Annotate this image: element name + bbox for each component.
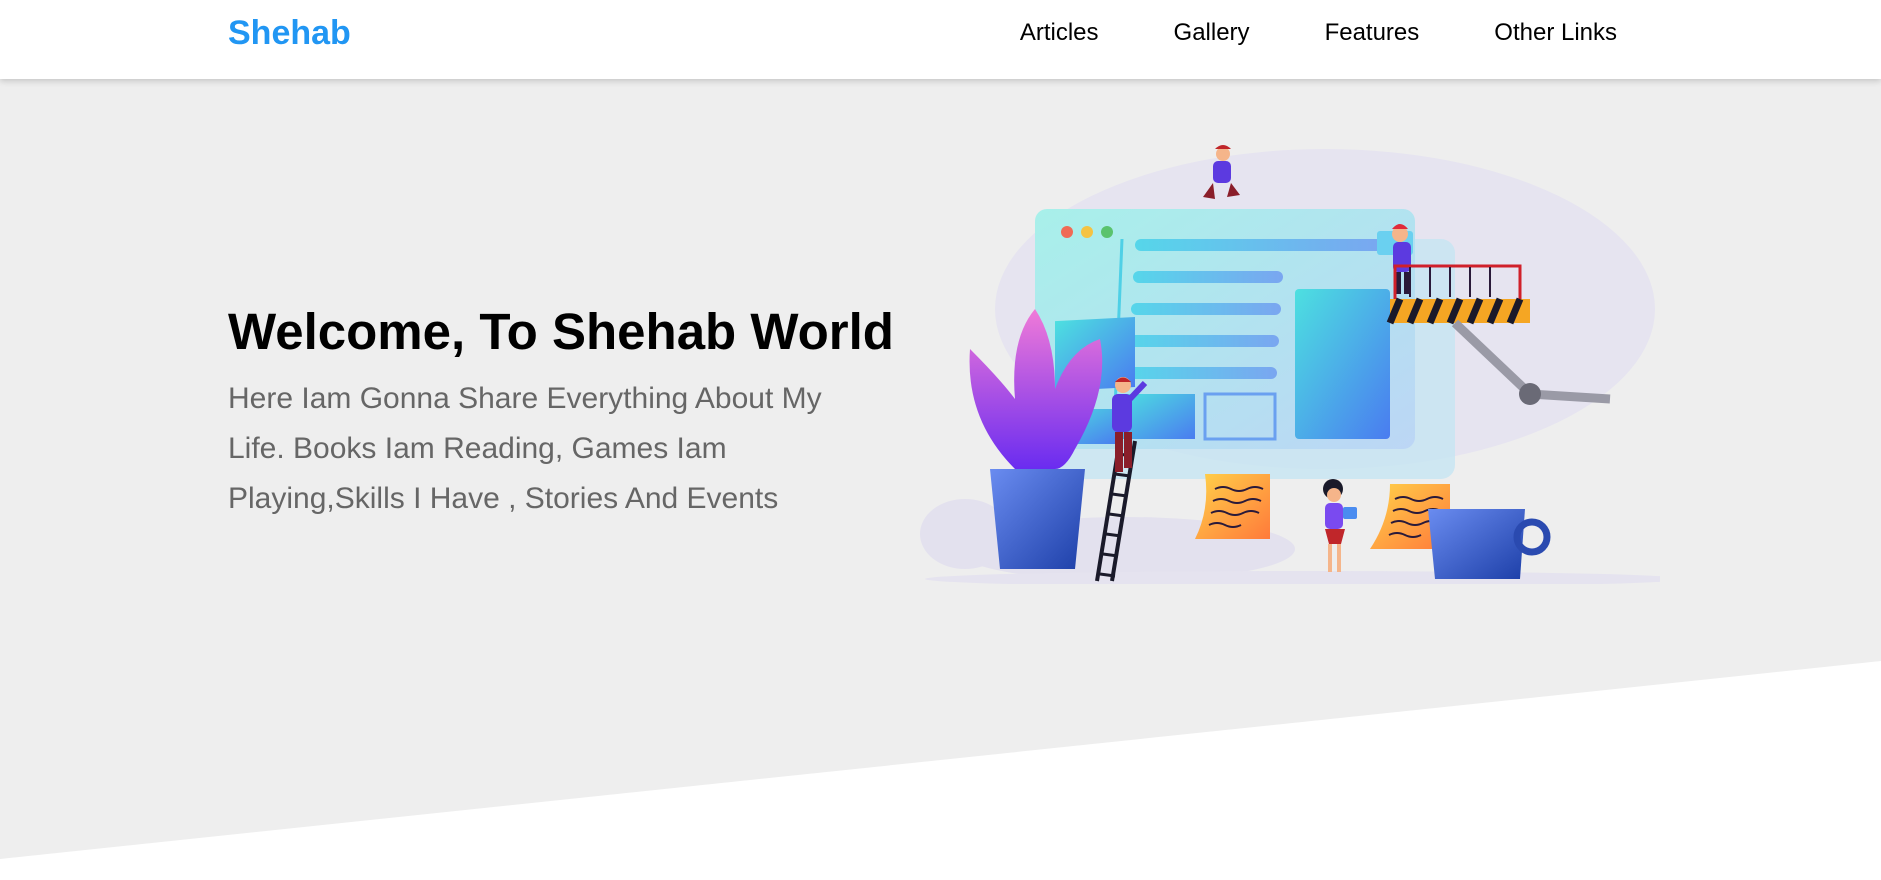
nav-link-gallery[interactable]: Gallery	[1174, 19, 1250, 47]
logo-link[interactable]: Shehab	[228, 14, 351, 53]
content-bar	[1135, 239, 1385, 251]
person-with-tablet	[1323, 479, 1357, 572]
window-dot-yellow	[1081, 226, 1093, 238]
content-bar	[1129, 335, 1279, 347]
hero-description: Here Iam Gonna Share Everything About My…	[228, 382, 822, 516]
site-header: Shehab Articles Gallery Features Other L…	[0, 0, 1881, 79]
nav-link-features[interactable]: Features	[1325, 19, 1420, 47]
content-bar	[1127, 367, 1277, 379]
hero-title: Welcome, To Shehab World	[228, 303, 894, 360]
content-bar	[1133, 271, 1283, 283]
window-dot-green	[1101, 226, 1113, 238]
nav-link-articles[interactable]: Articles	[1020, 19, 1099, 47]
web-design-team-illustration	[920, 145, 1660, 584]
hero-text: Welcome, To Shehab World Here Iam Gonna …	[228, 301, 908, 524]
sticky-note	[1195, 474, 1270, 539]
image-block	[1295, 289, 1390, 439]
main-nav: Articles Gallery Features Other Links	[1020, 0, 1617, 66]
window-dot-red	[1061, 226, 1073, 238]
nav-link-other-links[interactable]: Other Links	[1494, 19, 1617, 47]
landing-section: Welcome, To Shehab World Here Iam Gonna …	[0, 79, 1881, 859]
coffee-mug	[1428, 509, 1551, 579]
content-bar	[1131, 303, 1281, 315]
